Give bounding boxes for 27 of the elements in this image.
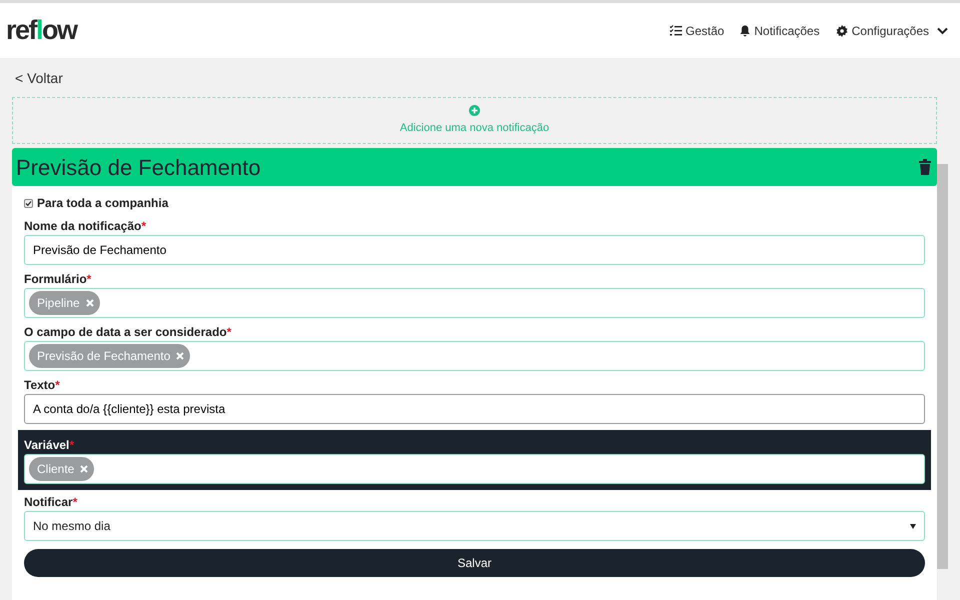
logo: reflow — [6, 14, 77, 48]
nav-link[interactable]: Notificações — [740, 22, 820, 40]
remove-icon[interactable] — [80, 465, 88, 473]
settings-icon — [836, 24, 848, 36]
field-label: Notificar* — [24, 495, 78, 509]
caret-icon — [910, 524, 916, 528]
field-label: Variável* — [24, 438, 76, 452]
save-button[interactable]: Salvar — [24, 549, 925, 577]
checkbox-label: Para toda a companhia — [37, 195, 168, 212]
nav-link[interactable]: Configurações — [836, 22, 948, 40]
bell-icon — [740, 24, 750, 36]
plus-circle-icon — [469, 104, 480, 116]
field-label: O campo de data a ser considerado* — [24, 325, 232, 339]
trash-icon[interactable] — [919, 159, 931, 175]
back-link[interactable]: < Voltar — [15, 70, 63, 86]
text-field[interactable]: A conta do/a {{cliente}} esta prevista — [24, 394, 925, 424]
list-icon — [670, 25, 682, 36]
remove-icon[interactable] — [86, 299, 94, 307]
select-field[interactable]: No mesmo dia — [24, 511, 925, 541]
nav-link[interactable]: Gestão — [670, 22, 724, 40]
field-label: Texto* — [24, 378, 61, 392]
remove-icon[interactable] — [176, 352, 184, 360]
text-field[interactable]: Previsão de Fechamento — [24, 235, 925, 265]
field-label: Nome da notificação* — [24, 219, 148, 233]
checkbox[interactable] — [24, 198, 33, 208]
field-label: Formulário* — [24, 272, 92, 286]
notification-title: Previsão de Fechamento — [16, 154, 261, 182]
